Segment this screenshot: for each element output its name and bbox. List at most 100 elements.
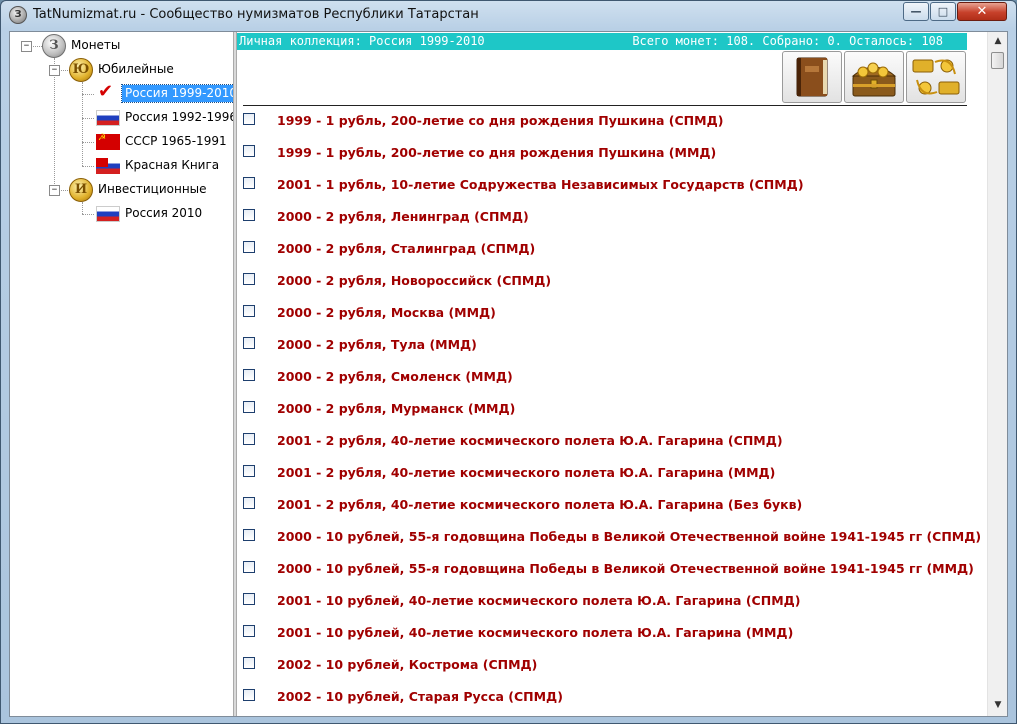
collection-stats: Всего монет: 108. Собрано: 0. Осталось: … <box>632 34 943 48</box>
list-item: 2000 - 2 рубля, Ленинград (СПМД) <box>237 206 977 238</box>
coin-title[interactable]: 2000 - 2 рубля, Новороссийск (СПМД) <box>277 273 551 288</box>
list-item: 2001 - 2 рубля, 40-летие космического по… <box>237 462 977 494</box>
coin-title[interactable]: 2001 - 2 рубля, 40-летие космического по… <box>277 465 775 480</box>
scroll-down-arrow-icon[interactable]: ▼ <box>991 698 1005 712</box>
coin-exchange-icon <box>912 59 960 95</box>
coin-checkbox[interactable] <box>243 209 255 221</box>
coin-title[interactable]: 2000 - 2 рубля, Сталинград (СПМД) <box>277 241 535 256</box>
scroll-thumb[interactable] <box>991 52 1004 69</box>
coin-title[interactable]: 2001 - 2 рубля, 40-летие космического по… <box>277 433 783 448</box>
coin-checkbox[interactable] <box>243 529 255 541</box>
coin-checkbox[interactable] <box>243 241 255 253</box>
coin-title[interactable]: 2001 - 10 рублей, 40-летие космического … <box>277 625 793 640</box>
coin-title[interactable]: 2000 - 10 рублей, 55-я годовщина Победы … <box>277 561 974 576</box>
coin-title[interactable]: 2002 - 10 рублей, Кострома (СПМД) <box>277 657 537 672</box>
tree-group-investment[interactable]: Инвестиционные <box>95 181 210 198</box>
tree-connector <box>54 58 55 190</box>
coin-title[interactable]: 2000 - 2 рубля, Тула (ММД) <box>277 337 477 352</box>
coin-title[interactable]: 2000 - 2 рубля, Москва (ММД) <box>277 305 496 320</box>
tree-connector <box>82 166 94 167</box>
treasure-chest-icon <box>851 62 897 97</box>
russia-flag-icon <box>96 110 120 126</box>
title-bar[interactable]: З TatNumizmat.ru - Сообщество нумизматов… <box>1 1 1016 29</box>
list-item: 2001 - 2 рубля, 40-летие космического по… <box>237 430 977 462</box>
coin-checkbox[interactable] <box>243 465 255 477</box>
tree-group-jubilee[interactable]: Юбилейные <box>95 61 177 78</box>
collapse-toggle-investment[interactable]: − <box>49 185 60 196</box>
list-item: 2000 - 2 рубля, Москва (ММД) <box>237 302 977 334</box>
list-item: 2000 - 10 рублей, 55-я годовщина Победы … <box>237 526 981 558</box>
window-title: TatNumizmat.ru - Сообщество нумизматов Р… <box>33 7 479 22</box>
list-item: 2000 - 2 рубля, Новороссийск (СПМД) <box>237 270 977 302</box>
coin-checkbox[interactable] <box>243 113 255 125</box>
coin-title[interactable]: 1999 - 1 рубль, 200-летие со дня рождени… <box>277 113 723 128</box>
tree-item-russia-1992-1996[interactable]: Россия 1992-1996 <box>122 109 240 126</box>
list-item: 2002 - 10 рублей, Кострома (СПМД) <box>237 654 977 686</box>
coin-title[interactable]: 2002 - 10 рублей, Старая Русса (СПМД) <box>277 689 563 704</box>
app-coin-icon[interactable]: З <box>9 6 27 24</box>
maximize-button[interactable]: □ <box>930 2 956 21</box>
list-item: 2000 - 2 рубля, Тула (ММД) <box>237 334 977 366</box>
exchange-button[interactable] <box>906 51 966 103</box>
coin-title[interactable]: 2000 - 2 рубля, Ленинград (СПМД) <box>277 209 529 224</box>
collection-header: Личная коллекция: Россия 1999-2010 Всего… <box>237 33 967 50</box>
tree-item-ussr-1965-1991[interactable]: СССР 1965-1991 <box>122 133 230 150</box>
coin-title[interactable]: 2001 - 2 рубля, 40-летие космического по… <box>277 497 802 512</box>
coin-checkbox[interactable] <box>243 369 255 381</box>
coin-checkbox[interactable] <box>243 561 255 573</box>
app-window: З TatNumizmat.ru - Сообщество нумизматов… <box>0 0 1017 724</box>
collapse-toggle-root[interactable]: − <box>21 41 32 52</box>
tree-item-russia-2010[interactable]: Россия 2010 <box>122 205 205 222</box>
coin-title[interactable]: 2001 - 1 рубль, 10-летие Содружества Нез… <box>277 177 804 192</box>
coin-title[interactable]: 1999 - 1 рубль, 200-летие со дня рождени… <box>277 145 716 160</box>
list-item: 2001 - 10 рублей, 40-летие космического … <box>237 622 977 654</box>
collection-panel: Личная коллекция: Россия 1999-2010 Всего… <box>237 32 987 716</box>
coin-checkbox[interactable] <box>243 657 255 669</box>
coin-category-tree[interactable]: − З Монеты − Ю Юбилейные ✔ Россия 1999-2… <box>10 32 242 716</box>
coin-checkbox[interactable] <box>243 145 255 157</box>
coin-checkbox[interactable] <box>243 497 255 509</box>
tree-root-label[interactable]: Монеты <box>68 37 123 54</box>
list-item: 2001 - 1 рубль, 10-летие Содружества Нез… <box>237 174 977 206</box>
tree-item-red-book[interactable]: Красная Книга <box>122 157 222 174</box>
coin-title[interactable]: 2000 - 2 рубля, Мурманск (ММД) <box>277 401 515 416</box>
list-item: 2001 - 10 рублей, 40-летие космического … <box>237 590 977 622</box>
ussr-flag-icon <box>96 133 120 150</box>
header-divider <box>243 105 967 106</box>
vertical-scrollbar[interactable]: ▲ ▼ <box>987 32 1007 716</box>
coin-checkbox[interactable] <box>243 433 255 445</box>
tree-connector <box>82 202 83 214</box>
coin-title[interactable]: 2001 - 10 рублей, 40-летие космического … <box>277 593 800 608</box>
russia-flag-icon <box>96 206 120 222</box>
tree-item-russia-1999-2010[interactable]: Россия 1999-2010 <box>120 84 242 103</box>
treasure-chest-button[interactable] <box>844 51 904 103</box>
coin-checkbox[interactable] <box>243 401 255 413</box>
coin-checkbox[interactable] <box>243 625 255 637</box>
coin-checkbox[interactable] <box>243 337 255 349</box>
collapse-toggle-jubilee[interactable]: − <box>49 65 60 76</box>
coin-checkbox[interactable] <box>243 273 255 285</box>
coin-title[interactable]: 2000 - 10 рублей, 55-я годовщина Победы … <box>277 529 981 544</box>
coin-checkbox[interactable] <box>243 689 255 701</box>
coin-checkbox[interactable] <box>243 305 255 317</box>
coin-checkbox[interactable] <box>243 593 255 605</box>
album-button[interactable] <box>782 51 842 103</box>
list-item: 2000 - 2 рубля, Сталинград (СПМД) <box>237 238 977 270</box>
scroll-up-arrow-icon[interactable]: ▲ <box>991 34 1005 48</box>
coin-title[interactable]: 2000 - 2 рубля, Смоленск (ММД) <box>277 369 513 384</box>
list-item: 2001 - 2 рубля, 40-летие космического по… <box>237 494 977 526</box>
list-item: 1999 - 1 рубль, 200-летие со дня рождени… <box>237 110 977 142</box>
checkmark-icon: ✔ <box>98 81 114 102</box>
minimize-button[interactable]: — <box>903 2 929 21</box>
red-book-flag-icon <box>96 158 120 174</box>
album-book-icon <box>796 57 828 97</box>
silver-coin-icon: З <box>42 34 66 58</box>
coin-checkbox[interactable] <box>243 177 255 189</box>
tree-connector <box>82 142 94 143</box>
gold-coin-icon: Ю <box>69 58 93 82</box>
list-item: 2000 - 2 рубля, Мурманск (ММД) <box>237 398 977 430</box>
list-item: 2002 - 10 рублей, Старая Русса (СПМД) <box>237 686 977 716</box>
gold-coin-icon: И <box>69 178 93 202</box>
close-button[interactable]: ✕ <box>957 2 1007 21</box>
tree-connector <box>82 214 94 215</box>
